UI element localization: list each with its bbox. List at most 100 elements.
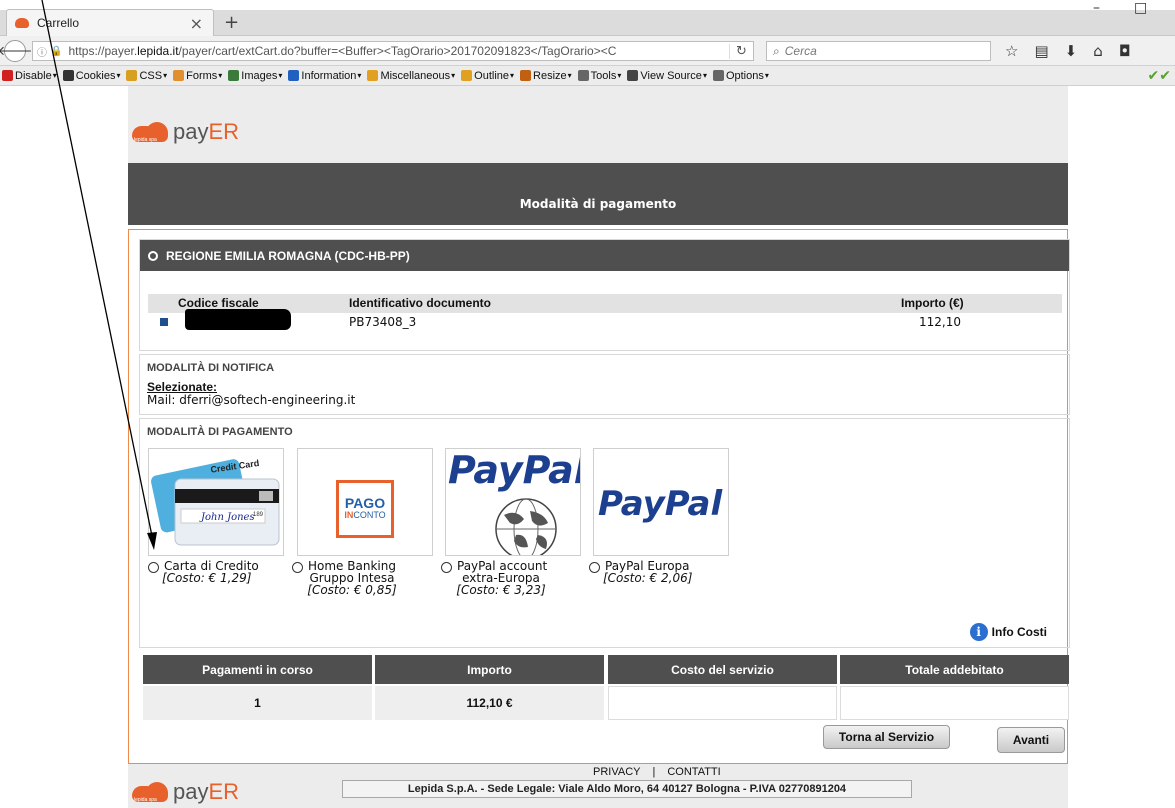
info-costi-label: Info Costi	[991, 625, 1047, 639]
toolbar-menu-images[interactable]: Images ▾	[228, 70, 282, 82]
tab-close-button[interactable]: ×	[190, 14, 203, 33]
toolbar-menu-resize[interactable]: Resize ▾	[520, 70, 572, 82]
browser-tabbar: Carrello × + – □	[0, 0, 1175, 36]
summary-value-costo	[608, 686, 837, 720]
validation-check-icons: ✔✔	[1147, 68, 1171, 84]
toolbar-menu-label: View Source	[640, 69, 702, 82]
url-text[interactable]: https://payer.lepida.it/payer/cart/extCa…	[68, 44, 729, 58]
paypal-extra-europa-image[interactable]: PayPal	[445, 448, 581, 556]
toolbar-menu-information[interactable]: Information ▾	[288, 70, 361, 82]
page-title: Modalità di pagamento	[128, 163, 1068, 225]
new-tab-button[interactable]: +	[224, 12, 239, 33]
dropdown-arrow-icon: ▾	[218, 71, 223, 80]
favicon-icon	[15, 18, 29, 28]
option-cost: [Costo: € 3,23]	[456, 583, 546, 597]
toolbar-resize-icon	[520, 70, 532, 81]
option-cost: [Costo: € 2,06]	[603, 571, 693, 585]
logo-blob-icon: lepida spa	[132, 122, 172, 143]
home-icon[interactable]: ⌂	[1093, 42, 1103, 60]
svg-text:PayPal: PayPal	[598, 484, 723, 524]
svg-text:John Jones: John Jones	[199, 512, 255, 523]
dropdown-arrow-icon: ▾	[702, 71, 707, 80]
pagoinconto-image[interactable]: PAGO INCONTO	[297, 448, 433, 556]
svg-text:PayPal: PayPal	[448, 449, 581, 492]
lock-icon[interactable]: 🔒	[50, 46, 62, 57]
toolbar-menu-miscellaneous[interactable]: Miscellaneous ▾	[367, 70, 455, 82]
toolbar-outline-icon	[461, 70, 473, 81]
pocket-icon[interactable]: ◘	[1119, 42, 1131, 60]
logo-brand: payER	[173, 779, 240, 804]
toolbar-menu-label: Cookies	[75, 69, 116, 82]
radio-paypal-europa[interactable]	[589, 562, 600, 573]
dropdown-arrow-icon: ▾	[510, 71, 515, 80]
payment-option-credit-card[interactable]: Carta di Credito [Costo: € 1,29]	[148, 560, 268, 584]
toolbar-menu-tools[interactable]: Tools ▾	[577, 69, 621, 82]
summary-value-totale	[840, 686, 1069, 720]
toolbar-menu-forms[interactable]: Forms ▾	[173, 70, 222, 82]
notification-section: MODALITÀ DI NOTIFICA Selezionate: Mail: …	[139, 354, 1070, 415]
option-cost: [Costo: € 0,85]	[307, 583, 397, 597]
toolbar-cookies-icon	[62, 70, 74, 81]
notification-selected-label: Selezionate:	[147, 380, 218, 394]
logo-sub: lepida spa	[134, 797, 157, 803]
download-icon[interactable]: ⬇	[1065, 42, 1078, 60]
paypal-europa-image[interactable]: PayPal	[593, 448, 729, 556]
toolbar-menu-label: Tools	[590, 69, 617, 82]
dropdown-arrow-icon: ▾	[278, 71, 283, 80]
payment-option-paypal-extra[interactable]: PayPal account extra-Europa [Costo: € 3,…	[441, 560, 561, 596]
radio-credit-card[interactable]	[148, 562, 159, 573]
torna-al-servizio-button[interactable]: Torna al Servizio	[823, 725, 950, 749]
toolbar-miscellaneous-icon	[367, 70, 379, 81]
footer-payer-logo: lepida spa payER	[132, 779, 240, 804]
nav-icons: ☆ ▤ ⬇ ⌂ ◘	[1005, 42, 1131, 60]
search-input[interactable]: ⌕ Cerca	[766, 41, 991, 61]
toolbar-menu-css[interactable]: CSS ▾	[126, 70, 167, 82]
paypal-logo-icon: PayPal	[598, 484, 723, 524]
radio-paypal-extra[interactable]	[441, 562, 452, 573]
toolbar-menu-disable[interactable]: Disable ▾	[2, 70, 57, 82]
bookmark-star-icon[interactable]: ☆	[1005, 42, 1018, 60]
credit-card-icon: Credit Card John Jones 189	[151, 458, 280, 546]
dropdown-arrow-icon: ▾	[451, 71, 456, 80]
reload-icon[interactable]: ↻	[729, 43, 753, 59]
avanti-button[interactable]: Avanti	[997, 727, 1065, 753]
toolbar-information-icon	[288, 70, 300, 81]
maximize-button[interactable]: □	[1134, 0, 1147, 16]
entity-header[interactable]: REGIONE EMILIA ROMAGNA (CDC-HB-PP)	[140, 240, 1069, 271]
contatti-link[interactable]: CONTATTI	[667, 766, 720, 778]
logo-sub: lepida spa	[134, 137, 157, 143]
col-identificativo: Identificativo documento	[349, 296, 492, 310]
privacy-link[interactable]: PRIVACY	[593, 766, 640, 778]
payment-option-paypal-europa[interactable]: PayPal Europa [Costo: € 2,06]	[589, 560, 709, 584]
toolbar-menu-view-source[interactable]: View Source ▾	[627, 70, 707, 82]
toolbar-view-source-icon	[627, 70, 639, 81]
toolbar-menu-label: Forms	[186, 69, 218, 82]
toolbar-menu-label: Images	[241, 69, 278, 82]
reading-list-icon[interactable]: ▤	[1034, 42, 1048, 60]
summary-value-pagamenti: 1	[143, 686, 372, 720]
info-costi-link[interactable]: i Info Costi	[969, 623, 1047, 641]
payment-option-home-banking[interactable]: Home Banking Gruppo Intesa [Costo: € 0,8…	[292, 560, 412, 596]
search-icon: ⌕	[773, 43, 780, 58]
dropdown-arrow-icon: ▾	[163, 71, 168, 80]
browser-tab[interactable]: Carrello ×	[6, 9, 214, 36]
info-icon[interactable]: ⓘ	[37, 44, 47, 59]
entity-name: REGIONE EMILIA ROMAGNA (CDC-HB-PP)	[166, 248, 410, 263]
toolbar-menu-label: CSS	[139, 69, 163, 82]
credit-card-image[interactable]: Credit Card John Jones 189	[148, 448, 284, 556]
entity-radio-icon[interactable]	[148, 250, 158, 261]
dropdown-arrow-icon: ▾	[764, 71, 769, 80]
svg-text:189: 189	[253, 512, 264, 518]
paypal-globe-icon: PayPal	[448, 449, 581, 555]
radio-home-banking[interactable]	[292, 562, 303, 573]
footer-separator: |	[652, 766, 656, 778]
url-bar[interactable]: ⓘ 🔒 https://payer.lepida.it/payer/cart/e…	[32, 41, 754, 61]
back-button[interactable]: 🡐	[0, 40, 32, 62]
minimize-button[interactable]: –	[1093, 0, 1100, 16]
toolbar-menu-outline[interactable]: Outline ▾	[461, 70, 514, 82]
toolbar-menu-cookies[interactable]: Cookies ▾	[62, 69, 120, 82]
col-codice-fiscale: Codice fiscale	[178, 296, 259, 310]
toolbar-menu-options[interactable]: Options ▾	[712, 70, 769, 82]
tab-title: Carrello	[37, 16, 80, 30]
payment-section: MODALITÀ DI PAGAMENTO Credit Card John J…	[139, 418, 1070, 648]
